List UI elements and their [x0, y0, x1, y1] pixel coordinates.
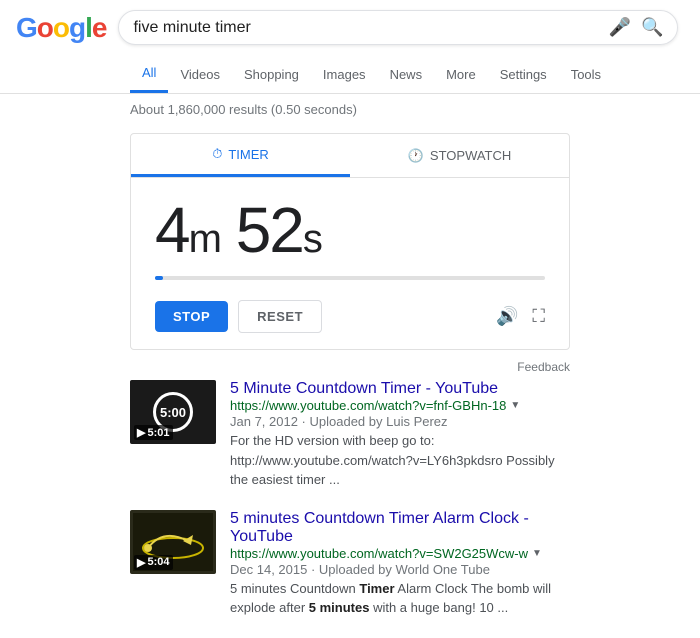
stopwatch-tab-icon: 🕐 — [408, 148, 424, 164]
thumb-duration-1: ▶ 5:01 — [134, 425, 173, 440]
result-meta-1: Jan 7, 2012 · Uploaded by Luis Perez — [230, 414, 570, 429]
tab-timer[interactable]: ⏱ TIMER — [131, 134, 350, 177]
timer-minutes-unit: m — [189, 217, 220, 261]
thumb-duration-2: ▶ 5:04 — [134, 555, 173, 570]
timer-progress-fill — [155, 276, 163, 280]
desc-text-2: 5 minutes Countdown Timer Alarm Clock Th… — [230, 581, 551, 616]
nav-item-all[interactable]: All — [130, 55, 168, 93]
timer-seconds-unit: s — [303, 217, 321, 261]
result-thumbnail-2[interactable]: ▶ 5:04 — [130, 510, 216, 574]
result-text-2: 5 minutes Countdown Timer Alarm Clock - … — [230, 510, 570, 618]
search-results: 5:00 ▶ 5:01 5 Minute Countdown Timer - Y… — [0, 380, 700, 618]
fullscreen-icon[interactable]: ⛶ — [532, 306, 545, 327]
dropdown-arrow-1[interactable]: ▼ — [510, 400, 520, 411]
microphone-icon[interactable]: 🎤 — [609, 17, 631, 38]
result-title-2[interactable]: 5 minutes Countdown Timer Alarm Clock - … — [230, 510, 529, 545]
stopwatch-tab-label: STOPWATCH — [430, 148, 511, 163]
search-input[interactable] — [133, 19, 608, 37]
result-thumbnail-1[interactable]: 5:00 ▶ 5:01 — [130, 380, 216, 444]
reset-button[interactable]: RESET — [238, 300, 322, 333]
search-bar: 🎤 🔍 — [118, 10, 678, 45]
nav-settings[interactable]: Settings — [488, 57, 559, 92]
google-logo: Google — [16, 12, 106, 44]
timer-display: 4m 52s — [131, 178, 569, 290]
timer-right-icons: 🔊 ⛶ — [496, 306, 545, 327]
nav-item-images[interactable]: Images — [311, 57, 378, 92]
feedback-row: Feedback — [0, 358, 700, 380]
result-title-1[interactable]: 5 Minute Countdown Timer - YouTube — [230, 380, 498, 397]
nav-bar: All Videos Shopping Images News More Set… — [0, 55, 700, 94]
timer-progress — [155, 276, 545, 280]
timer-widget: ⏱ TIMER 🕐 STOPWATCH 4m 52s STOP RESET 🔊 … — [130, 133, 570, 350]
timer-time: 4m 52s — [155, 198, 545, 262]
feedback-link[interactable]: Feedback — [517, 360, 570, 374]
result-meta-2: Dec 14, 2015 · Uploaded by World One Tub… — [230, 562, 570, 577]
volume-icon[interactable]: 🔊 — [496, 306, 518, 327]
result-url-2: https://www.youtube.com/watch?v=SW2G25Wc… — [230, 546, 570, 561]
timer-tab-icon: ⏱ — [212, 146, 222, 162]
result-text-1: 5 Minute Countdown Timer - YouTube https… — [230, 380, 570, 490]
nav-item-more[interactable]: More — [434, 57, 488, 92]
result-desc-2: 5 minutes Countdown Timer Alarm Clock Th… — [230, 579, 570, 618]
timer-tab-label: TIMER — [228, 147, 268, 162]
search-icon[interactable]: 🔍 — [641, 17, 663, 38]
dropdown-arrow-2[interactable]: ▼ — [532, 548, 542, 559]
nav-item-videos[interactable]: Videos — [168, 57, 232, 92]
result-item: 5:00 ▶ 5:01 5 Minute Countdown Timer - Y… — [130, 380, 570, 490]
timer-controls: STOP RESET 🔊 ⛶ — [131, 290, 569, 349]
stop-button[interactable]: STOP — [155, 301, 228, 332]
timer-tabs: ⏱ TIMER 🕐 STOPWATCH — [131, 134, 569, 178]
result-desc-1: For the HD version with beep go to: http… — [230, 431, 570, 490]
nav-item-shopping[interactable]: Shopping — [232, 57, 311, 92]
thumb-time-display: 5:00 — [160, 405, 186, 420]
result-item-2: ▶ 5:04 5 minutes Countdown Timer Alarm C… — [130, 510, 570, 618]
header: Google 🎤 🔍 — [0, 0, 700, 55]
nav-tools[interactable]: Tools — [559, 57, 613, 92]
timer-minutes: 4 — [155, 194, 189, 266]
nav-item-news[interactable]: News — [378, 57, 435, 92]
search-bar-icons: 🎤 🔍 — [609, 17, 664, 38]
timer-seconds: 52 — [236, 194, 303, 266]
tab-stopwatch[interactable]: 🕐 STOPWATCH — [350, 134, 569, 177]
result-url-1: https://www.youtube.com/watch?v=fnf-GBHn… — [230, 398, 570, 413]
results-info: About 1,860,000 results (0.50 seconds) — [0, 94, 700, 125]
